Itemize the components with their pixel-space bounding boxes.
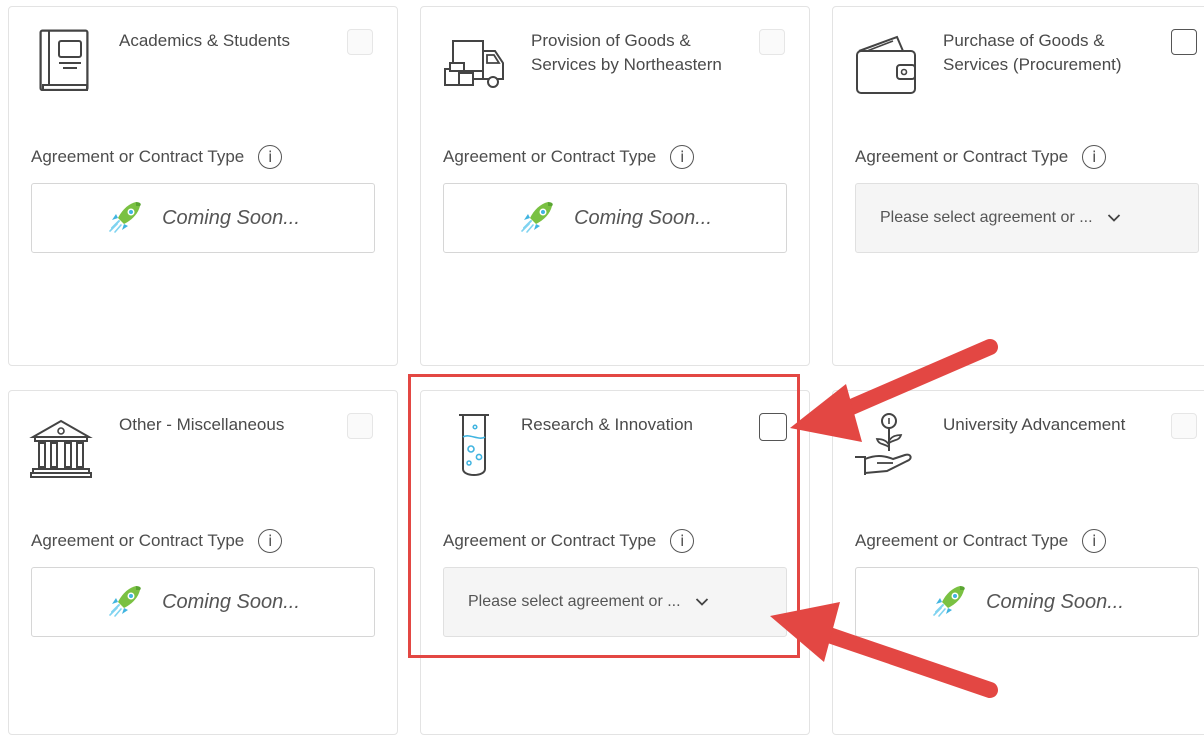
card-title: Provision of Goods & Services by Northea… <box>531 31 722 74</box>
building-icon <box>29 419 93 478</box>
test-tube-icon <box>459 414 489 476</box>
hand-plant-icon <box>855 413 912 475</box>
card-academics-students: Academics & Students Agreement or Contra… <box>8 6 398 366</box>
book-icon <box>39 29 89 91</box>
card-university-advancement: University Advancement Agreement or Cont… <box>832 390 1204 735</box>
coming-soon-text: Coming Soon... <box>574 206 712 229</box>
contract-type-label-text: Agreement or Contract Type <box>31 531 245 550</box>
info-icon[interactable]: i <box>258 529 283 553</box>
card-checkbox[interactable] <box>347 413 373 439</box>
card-other-miscellaneous: Other - Miscellaneous Agreement or Contr… <box>8 390 398 735</box>
chevron-down-icon <box>1107 213 1121 223</box>
info-icon[interactable]: i <box>258 145 283 169</box>
contract-type-select[interactable]: Please select agreement or ... <box>443 567 787 637</box>
contract-type-label-text: Agreement or Contract Type <box>31 147 245 166</box>
card-title: Other - Miscellaneous <box>119 415 285 434</box>
contract-type-label-text: Agreement or Contract Type <box>443 531 657 550</box>
contract-type-select[interactable]: Please select agreement or ... <box>855 183 1199 253</box>
card-purchase-goods-services: Purchase of Goods & Services (Procuremen… <box>832 6 1204 366</box>
contract-type-label: Agreement or Contract Type i <box>31 529 283 553</box>
rocket-icon <box>106 198 146 238</box>
contract-type-label: Agreement or Contract Type i <box>443 145 695 169</box>
contract-type-label: Agreement or Contract Type i <box>855 529 1107 553</box>
card-checkbox[interactable] <box>1171 29 1197 55</box>
coming-soon-box: Coming Soon... <box>31 567 375 637</box>
card-checkbox[interactable] <box>759 413 787 441</box>
card-title: Academics & Students <box>119 31 291 50</box>
wallet-icon <box>856 35 916 94</box>
coming-soon-text: Coming Soon... <box>162 206 300 229</box>
card-title: Purchase of Goods & Services (Procuremen… <box>943 31 1122 74</box>
contract-type-label: Agreement or Contract Type i <box>443 529 695 553</box>
info-icon[interactable]: i <box>1082 529 1107 553</box>
contract-type-label-text: Agreement or Contract Type <box>443 147 657 166</box>
select-placeholder: Please select agreement or ... <box>468 593 681 610</box>
card-checkbox[interactable] <box>1171 413 1197 439</box>
card-checkbox[interactable] <box>347 29 373 55</box>
contract-type-label-text: Agreement or Contract Type <box>855 531 1069 550</box>
coming-soon-box: Coming Soon... <box>855 567 1199 637</box>
rocket-icon <box>518 198 558 238</box>
contract-type-label: Agreement or Contract Type i <box>855 145 1107 169</box>
delivery-truck-icon <box>444 40 504 88</box>
info-icon[interactable]: i <box>1082 145 1107 169</box>
chevron-down-icon <box>695 597 709 607</box>
coming-soon-text: Coming Soon... <box>986 590 1124 613</box>
rocket-icon <box>106 582 146 622</box>
contract-type-label-text: Agreement or Contract Type <box>855 147 1069 166</box>
info-icon[interactable]: i <box>670 145 695 169</box>
coming-soon-text: Coming Soon... <box>162 590 300 613</box>
card-title: University Advancement <box>943 415 1126 434</box>
info-icon[interactable]: i <box>670 529 695 553</box>
coming-soon-box: Coming Soon... <box>443 183 787 253</box>
contract-type-label: Agreement or Contract Type i <box>31 145 283 169</box>
card-title: Research & Innovation <box>521 415 693 434</box>
select-placeholder: Please select agreement or ... <box>880 209 1093 226</box>
card-checkbox[interactable] <box>759 29 785 55</box>
rocket-icon <box>930 582 970 622</box>
coming-soon-box: Coming Soon... <box>31 183 375 253</box>
card-provision-goods-services: Provision of Goods & Services by Northea… <box>420 6 810 366</box>
card-research-innovation: Research & Innovation Agreement or Contr… <box>420 390 810 735</box>
